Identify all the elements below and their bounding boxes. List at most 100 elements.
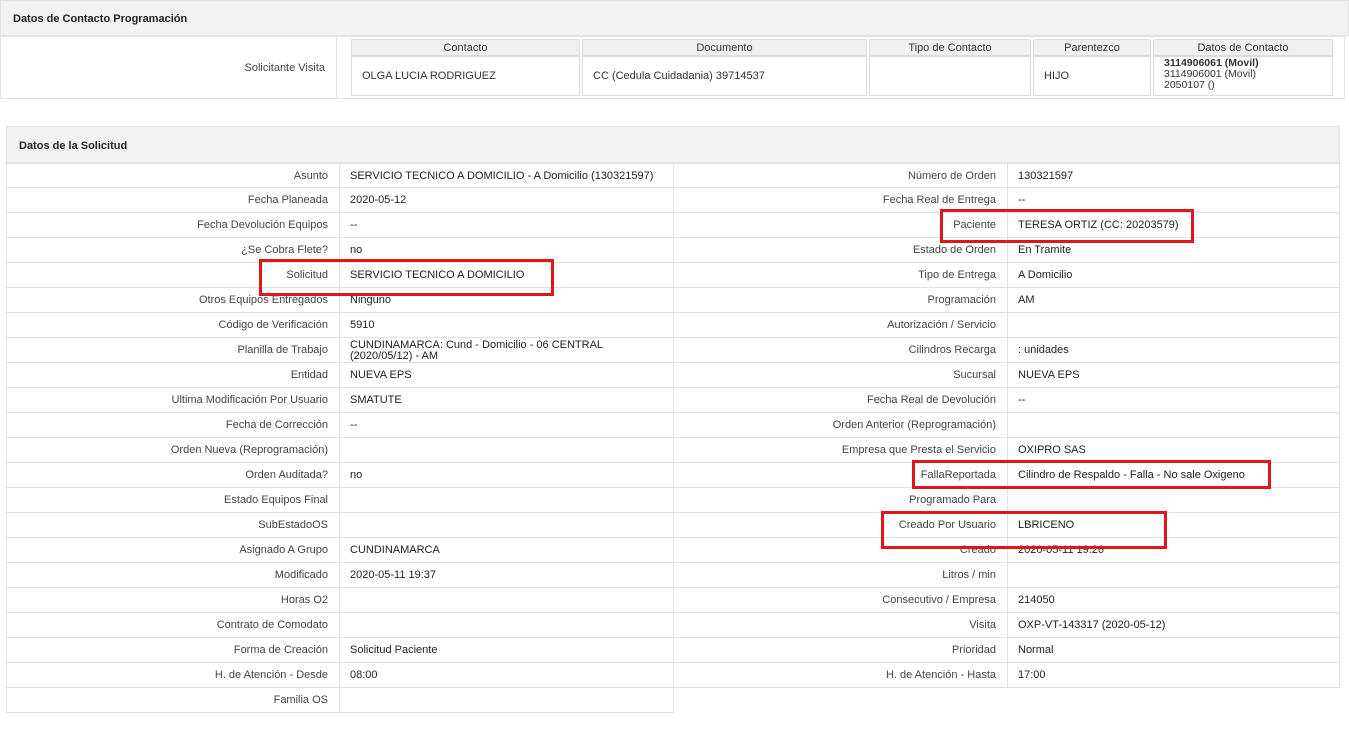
field-value: AM	[1008, 288, 1340, 313]
field-label: Asunto	[6, 163, 340, 188]
contact-type	[869, 56, 1031, 96]
field-value	[340, 488, 674, 513]
field-value	[1008, 563, 1340, 588]
table-row: Contrato de Comodato Visita OXP-VT-143317 …	[6, 613, 1340, 638]
col-header-contacto: Contacto	[351, 39, 580, 56]
field-value: 2020-05-11 19:37	[340, 563, 674, 588]
table-row: ¿Se Cobra Flete? no Estado de Orden En Tram…	[6, 238, 1340, 263]
field-value	[340, 688, 674, 713]
table-row: Otros Equipos Entregados Ninguno Programac…	[6, 288, 1340, 313]
field-value: 5910	[340, 313, 674, 338]
table-row: Familia OS	[6, 688, 1340, 713]
field-value: CUNDINAMARCA	[340, 538, 674, 563]
contact-section: Solicitante Visita Contacto Documento Ti…	[0, 36, 1345, 99]
field-label: Código de Verificación	[6, 313, 340, 338]
field-label: Creado	[674, 538, 1008, 563]
field-label: Programado Para	[674, 488, 1008, 513]
field-label: Fecha Planeada	[6, 188, 340, 213]
field-label: Fecha Real de Devolución	[674, 388, 1008, 413]
field-label: Ultima Modificación Por Usuario	[6, 388, 340, 413]
table-row: Fecha Planeada 2020-05-12 Fecha Real de E…	[6, 188, 1340, 213]
field-label: Creado Por Usuario	[674, 513, 1008, 538]
field-label: Estado Equipos Final	[6, 488, 340, 513]
table-row: Fecha Devolución Equipos -- Paciente TERES…	[6, 213, 1340, 238]
field-label: Orden Nueva (Reprogramación)	[6, 438, 340, 463]
field-value: Cilindro de Respaldo - Falla - No sale O…	[1008, 463, 1340, 488]
table-row: Entidad NUEVA EPS Sucursal NUEVA EPS	[6, 363, 1340, 388]
field-value: SERVICIO TECNICO A DOMICILIO - A Domicil…	[340, 163, 674, 188]
field-label: Forma de Creación	[6, 638, 340, 663]
field-label: FallaReportada	[674, 463, 1008, 488]
field-label: Fecha de Corrección	[6, 413, 340, 438]
field-label: Asignado A Grupo	[6, 538, 340, 563]
field-value: no	[340, 463, 674, 488]
contact-name: OLGA LUCIA RODRIGUEZ	[351, 56, 580, 96]
field-value	[340, 588, 674, 613]
request-details-grid: Asunto SERVICIO TECNICO A DOMICILIO - A D…	[6, 163, 1340, 713]
field-value: SMATUTE	[340, 388, 674, 413]
field-value: --	[1008, 188, 1340, 213]
field-value: : unidades	[1008, 338, 1340, 363]
table-row: Forma de Creación Solicitud Paciente Prior…	[6, 638, 1340, 663]
field-value: 130321597	[1008, 163, 1340, 188]
table-row: Estado Equipos Final Programado Para	[6, 488, 1340, 513]
field-label: Fecha Devolución Equipos	[6, 213, 340, 238]
field-value: 08:00	[340, 663, 674, 688]
field-label: Fecha Real de Entrega	[674, 188, 1008, 213]
field-value: SERVICIO TECNICO A DOMICILIO	[340, 263, 674, 288]
field-label: Litros / min	[674, 563, 1008, 588]
field-label: Entidad	[6, 363, 340, 388]
table-row: H. de Atención - Desde 08:00 H. de Atenció…	[6, 663, 1340, 688]
table-row: Asignado A Grupo CUNDINAMARCA Creado 2020-0…	[6, 538, 1340, 563]
contact-table: Contacto Documento Tipo de Contacto Pare…	[349, 39, 1335, 96]
table-row: Solicitud SERVICIO TECNICO A DOMICILIO Tip…	[6, 263, 1340, 288]
field-value: NUEVA EPS	[1008, 363, 1340, 388]
field-label: Visita	[674, 613, 1008, 638]
contact-relationship: HIJO	[1033, 56, 1151, 96]
field-label: SubEstadoOS	[6, 513, 340, 538]
field-label: Planilla de Trabajo	[6, 338, 340, 363]
field-label: Horas O2	[6, 588, 340, 613]
field-value	[340, 438, 674, 463]
field-value	[340, 613, 674, 638]
table-row: Orden Nueva (Reprogramación) Empresa que …	[6, 438, 1340, 463]
table-row: Modificado 2020-05-11 19:37 Litros / min	[6, 563, 1340, 588]
field-value: --	[340, 213, 674, 238]
field-value: A Domicilio	[1008, 263, 1340, 288]
field-value: --	[340, 413, 674, 438]
table-row: SubEstadoOS Creado Por Usuario LBRICENO	[6, 513, 1340, 538]
field-value: --	[1008, 388, 1340, 413]
contact-section-title: Datos de Contacto Programación	[0, 0, 1349, 36]
field-value: 2020-05-11 19:26	[1008, 538, 1340, 563]
field-label: Autorización / Servicio	[674, 313, 1008, 338]
field-label: Orden Auditada?	[6, 463, 340, 488]
field-label: Cilindros Recarga	[674, 338, 1008, 363]
contact-document: CC (Cedula Cuidadania) 39714537	[582, 56, 867, 96]
field-value	[1008, 488, 1340, 513]
phone-landline: 2050107 ()	[1164, 79, 1215, 91]
field-value: CUNDINAMARCA: Cund - Domicilio - 06 CENT…	[340, 338, 674, 363]
field-label: Estado de Orden	[674, 238, 1008, 263]
field-value: 2020-05-12	[340, 188, 674, 213]
field-value	[1008, 413, 1340, 438]
table-row: Horas O2 Consecutivo / Empresa 214050	[6, 588, 1340, 613]
field-value: NUEVA EPS	[340, 363, 674, 388]
field-value: Normal	[1008, 638, 1340, 663]
contact-phones: 3114906061 (Movil) 3114906001 (Movil) 20…	[1153, 56, 1333, 96]
request-section-title: Datos de la Solicitud	[6, 126, 1340, 163]
field-label: Empresa que Presta el Servicio	[674, 438, 1008, 463]
field-label: H. de Atención - Hasta	[674, 663, 1008, 688]
field-label: Solicitud	[6, 263, 340, 288]
table-row: Asunto SERVICIO TECNICO A DOMICILIO - A D…	[6, 163, 1340, 188]
field-value	[340, 513, 674, 538]
field-label: Prioridad	[674, 638, 1008, 663]
table-row: Código de Verificación 5910 Autorización /…	[6, 313, 1340, 338]
field-value: TERESA ORTIZ (CC: 20203579)	[1008, 213, 1340, 238]
field-value: OXIPRO SAS	[1008, 438, 1340, 463]
field-value	[1008, 313, 1340, 338]
field-label: Número de Orden	[674, 163, 1008, 188]
field-value-line: (2020/05/12) - AM	[350, 350, 439, 362]
col-header-documento: Documento	[582, 39, 867, 56]
table-row: Planilla de Trabajo CUNDINAMARCA: Cund - …	[6, 338, 1340, 363]
field-value: no	[340, 238, 674, 263]
